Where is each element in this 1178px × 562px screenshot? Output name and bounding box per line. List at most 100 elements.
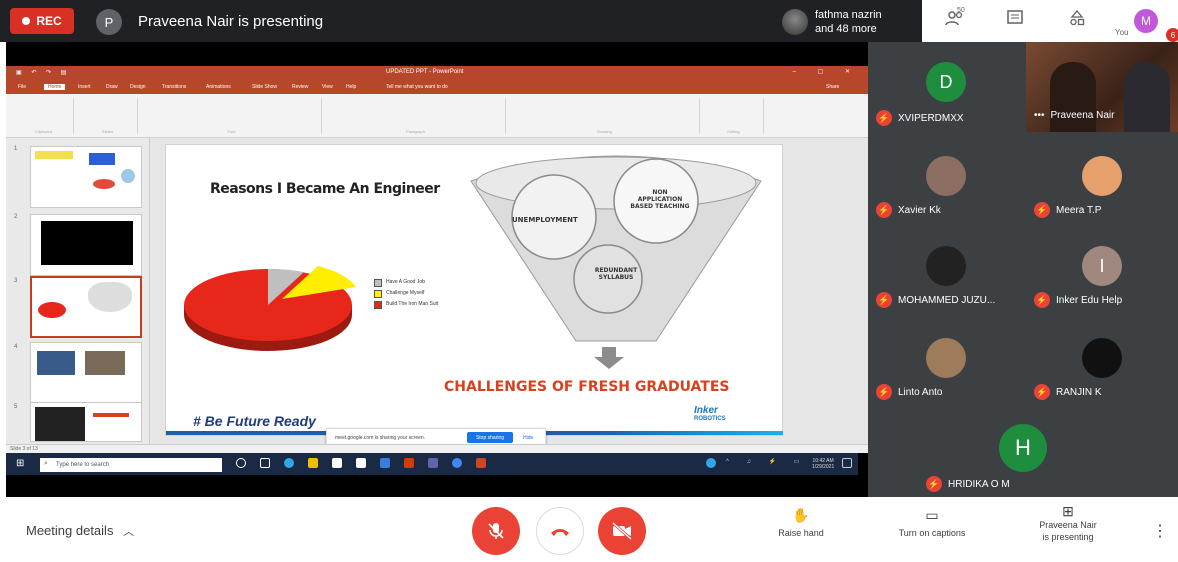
ppt-ribbon-tabs: File Home Insert Draw Design Transitions… bbox=[6, 80, 868, 94]
activities-icon[interactable] bbox=[1066, 9, 1088, 30]
leave-call-button[interactable] bbox=[536, 507, 584, 555]
participant-tile[interactable]: H ⚡ HRIDIKA O M bbox=[918, 408, 1128, 496]
ribbon-font[interactable]: Font bbox=[142, 98, 322, 134]
tab-animations[interactable]: Animations bbox=[206, 84, 231, 90]
bag-icon[interactable] bbox=[356, 458, 366, 468]
more-options-icon[interactable]: ••• bbox=[1034, 110, 1045, 121]
others-count: and 48 more bbox=[815, 23, 877, 35]
tab-insert[interactable]: Insert bbox=[78, 84, 91, 90]
cortana-icon[interactable] bbox=[236, 458, 246, 468]
mic-off-icon: ⚡ bbox=[926, 476, 942, 492]
ribbon-slides[interactable]: Slides bbox=[78, 98, 138, 134]
avatar bbox=[926, 338, 966, 378]
thumb-number: 2 bbox=[14, 214, 18, 220]
stop-sharing-button[interactable]: Stop sharing bbox=[467, 432, 513, 443]
inker-robotics-logo: Inker ROBOTICS bbox=[694, 405, 726, 423]
mic-off-icon: ⚡ bbox=[1034, 384, 1050, 400]
system-tray-icon[interactable]: ^ ♫ ⚡ ▭ bbox=[726, 458, 807, 465]
raise-hand-button[interactable]: ✋ Raise hand bbox=[770, 507, 832, 539]
presenter-video-tile[interactable]: ••• Praveena Nair bbox=[1026, 42, 1178, 132]
hand-icon: ✋ bbox=[792, 507, 810, 523]
ribbon-clipboard[interactable]: Clipboard bbox=[14, 98, 74, 134]
notification-center-icon[interactable] bbox=[842, 458, 852, 468]
participant-tile[interactable]: ⚡ Xavier Kk bbox=[868, 142, 1024, 224]
tab-home[interactable]: Home bbox=[44, 84, 66, 90]
others-name: fathma nazrin bbox=[815, 9, 882, 21]
slide-thumbnail-active[interactable] bbox=[30, 276, 142, 338]
participant-tile[interactable]: ⚡ RANJIN K bbox=[1026, 324, 1178, 406]
participant-tile[interactable]: D ⚡ XVIPERDMXX bbox=[868, 42, 1024, 134]
tab-help[interactable]: Help bbox=[346, 84, 356, 90]
camera-off-icon bbox=[612, 521, 632, 541]
share-button[interactable]: Share bbox=[826, 84, 839, 90]
tab-slide-show[interactable]: Slide Show bbox=[252, 84, 277, 90]
label-redundant-syllabus: REDUNDANT SYLLABUS bbox=[594, 267, 638, 281]
presenter-video-person bbox=[1124, 62, 1170, 132]
participant-tile[interactable]: ⚡ Linto Anto bbox=[868, 324, 1024, 406]
weather-icon[interactable] bbox=[706, 458, 716, 468]
down-arrow-icon bbox=[594, 347, 624, 369]
task-view-icon[interactable] bbox=[260, 458, 270, 468]
label-unemployment: UNEMPLOYMENT bbox=[512, 216, 578, 224]
tab-design[interactable]: Design bbox=[130, 84, 146, 90]
tab-review[interactable]: Review bbox=[292, 84, 308, 90]
participant-name: ⚡ XVIPERDMXX bbox=[876, 110, 964, 126]
store-icon[interactable] bbox=[332, 458, 342, 468]
hide-button[interactable]: Hide bbox=[523, 435, 533, 441]
slide-thumbnail[interactable] bbox=[30, 214, 142, 276]
meeting-details-button[interactable]: Meeting details ︿ bbox=[26, 523, 134, 539]
teams-icon[interactable] bbox=[428, 458, 438, 468]
mic-off-icon: ⚡ bbox=[1034, 292, 1050, 308]
windows-start-icon[interactable]: ⊞ bbox=[16, 458, 24, 469]
avatar bbox=[1082, 156, 1122, 196]
tab-file[interactable]: File bbox=[18, 84, 26, 90]
taskbar-clock[interactable]: 10:42 AM 1/29/2021 bbox=[812, 458, 834, 470]
more-options-icon[interactable]: ⋮ bbox=[1152, 521, 1168, 541]
ppt-status-bar: Slide 3 of 13 bbox=[6, 444, 868, 453]
legend-swatch bbox=[374, 290, 382, 298]
office-icon[interactable] bbox=[404, 458, 414, 468]
taskbar-search[interactable]: Type here to search bbox=[40, 458, 222, 472]
participant-name: ⚡ MOHAMMED JUZU... bbox=[876, 292, 995, 308]
participant-tile[interactable]: I ⚡ Inker Edu Help bbox=[1026, 232, 1178, 314]
tab-view[interactable]: View bbox=[322, 84, 333, 90]
others-summary[interactable]: fathma nazrin and 48 more bbox=[815, 8, 882, 36]
chevron-up-icon: ︿ bbox=[123, 526, 135, 538]
search-icon: ⌕ bbox=[44, 460, 48, 467]
mic-off-icon bbox=[488, 523, 504, 539]
ribbon-paragraph[interactable]: Paragraph bbox=[326, 98, 506, 134]
my-avatar[interactable]: M bbox=[1134, 9, 1158, 33]
tab-transitions[interactable]: Transitions bbox=[162, 84, 186, 90]
quick-access-icon[interactable]: ▣ ↶ ↷ ▤ bbox=[16, 69, 70, 76]
slide-thumbnail[interactable] bbox=[30, 402, 142, 442]
mail-icon[interactable] bbox=[380, 458, 390, 468]
thumb-number: 3 bbox=[14, 278, 18, 284]
tab-draw[interactable]: Draw bbox=[106, 84, 118, 90]
recording-badge: REC bbox=[10, 8, 74, 34]
mic-off-button[interactable] bbox=[472, 507, 520, 555]
chat-icon[interactable] bbox=[1004, 10, 1026, 30]
camera-off-button[interactable] bbox=[598, 507, 646, 555]
funnel-diagram bbox=[470, 155, 762, 369]
ribbon-drawing[interactable]: Drawing bbox=[510, 98, 700, 134]
file-explorer-icon[interactable] bbox=[308, 458, 318, 468]
participant-name: ⚡ Inker Edu Help bbox=[1034, 292, 1122, 308]
tell-me-search[interactable]: Tell me what you want to do bbox=[386, 84, 448, 90]
powerpoint-icon[interactable] bbox=[476, 458, 486, 468]
edge-icon[interactable] bbox=[284, 458, 294, 468]
window-controls-icon[interactable]: – ▢ ✕ bbox=[793, 68, 860, 75]
participant-tile[interactable]: ⚡ Meera T.P bbox=[1026, 142, 1178, 224]
current-slide[interactable]: Reasons I Became An Engineer Have A Good… bbox=[165, 144, 783, 436]
slide-thumbnail[interactable] bbox=[30, 342, 142, 404]
meeting-controls-bar: Meeting details ︿ ✋ Raise hand ▭ Turn on… bbox=[0, 497, 1178, 562]
slide-thumbnail[interactable] bbox=[30, 146, 142, 208]
presenting-button[interactable]: ⊞ Praveena Nair is presenting bbox=[1026, 503, 1110, 543]
hang-up-icon bbox=[551, 529, 569, 536]
captions-button[interactable]: ▭ Turn on captions bbox=[882, 508, 982, 539]
ribbon-editing[interactable]: Editing bbox=[704, 98, 764, 134]
present-screen-icon: ⊞ bbox=[1062, 503, 1074, 519]
slide-counter: Slide 3 of 13 bbox=[10, 446, 38, 452]
chart-legend: Have A Good Job Challenge Myself Build T… bbox=[374, 279, 454, 312]
chrome-icon[interactable] bbox=[452, 458, 462, 468]
participant-tile[interactable]: ⚡ MOHAMMED JUZU... bbox=[868, 232, 1024, 314]
